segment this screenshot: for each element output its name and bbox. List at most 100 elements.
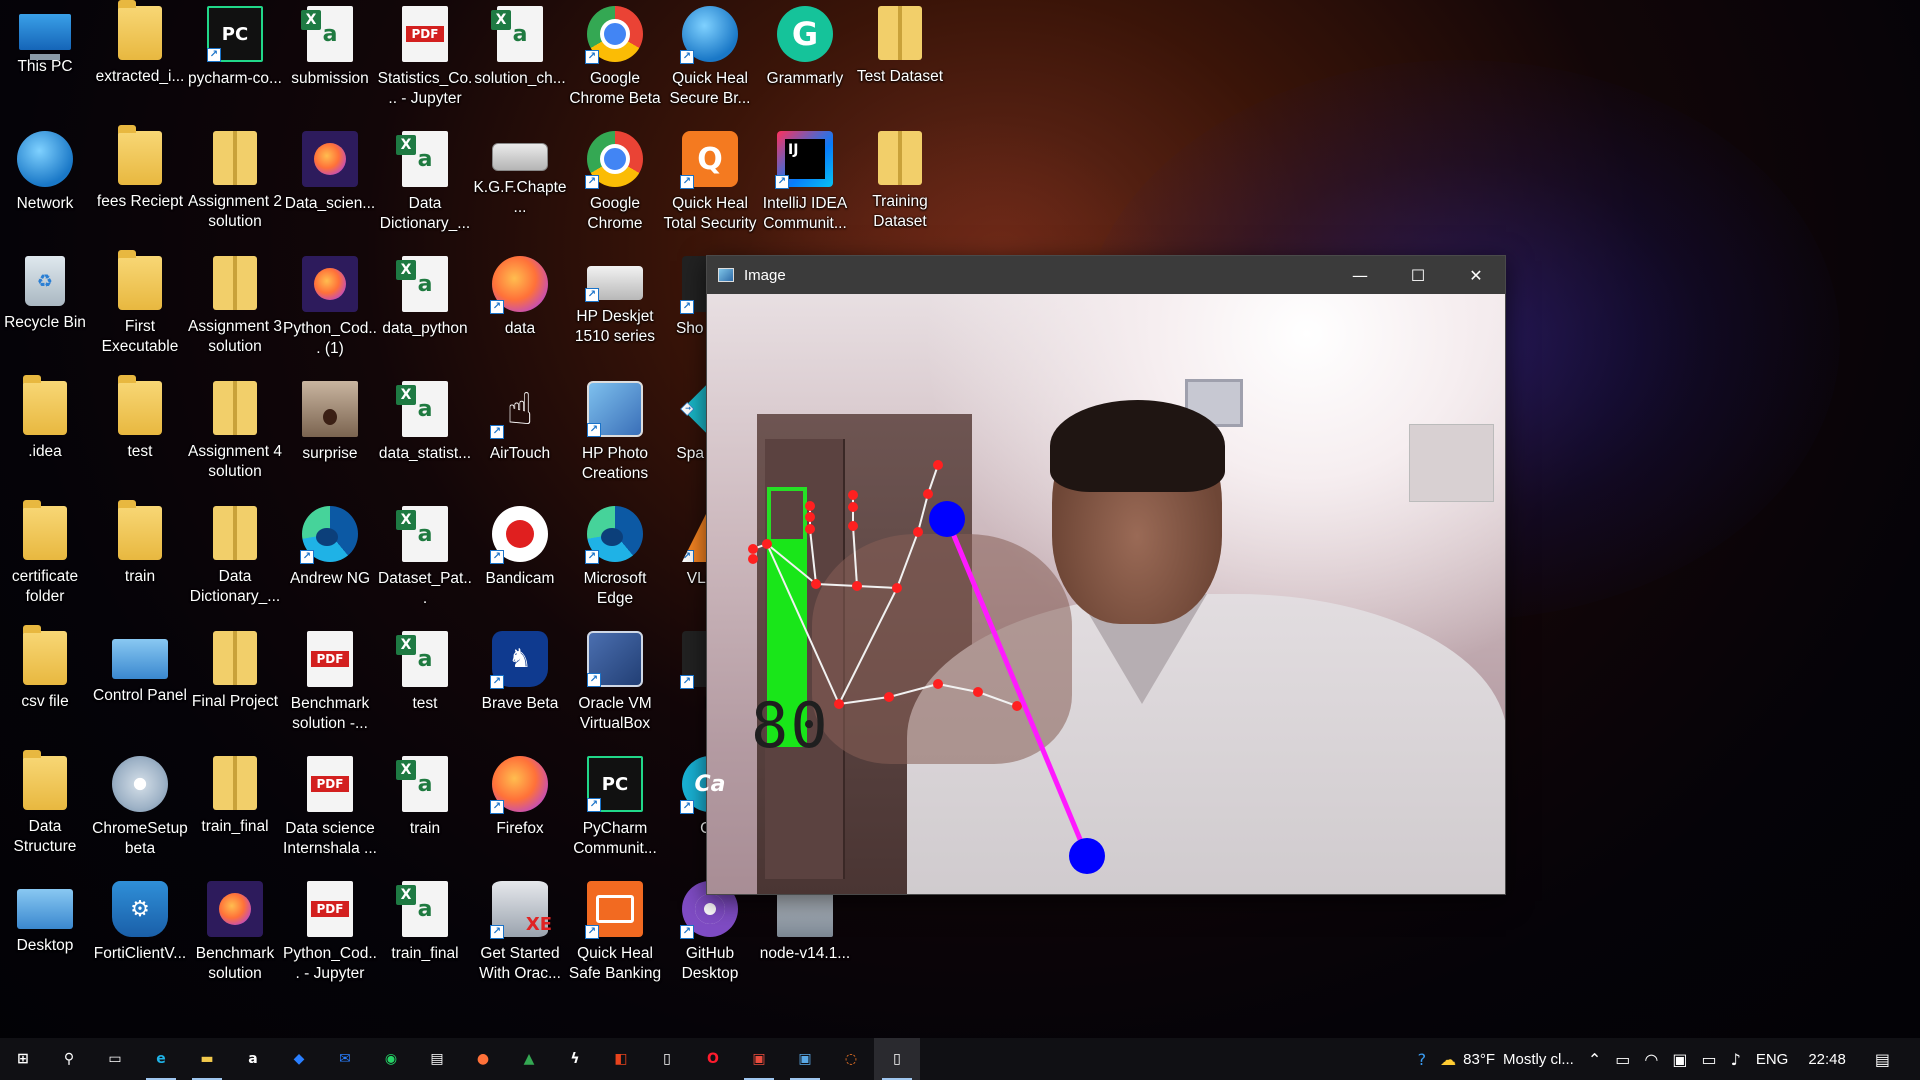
desktop-icon[interactable]: Data science Internshala ... [283, 756, 377, 874]
desktop-icon[interactable]: Desktop [0, 881, 90, 999]
desktop-icon[interactable]: ↗ Get Started With Orac... [475, 881, 565, 999]
edge-taskbar-icon[interactable]: e [138, 1038, 184, 1080]
desktop-icon[interactable]: Control Panel [93, 631, 187, 749]
desktop-icon[interactable]: ⚙ FortiClientV... [94, 881, 186, 999]
desktop-icon[interactable]: test [95, 375, 185, 499]
desktop-icon[interactable]: a Data Dictionary_... [380, 131, 470, 249]
desktop-icon[interactable]: This PC [0, 6, 90, 124]
desktop-icon[interactable]: Q ↗ Quick Heal Total Security [663, 131, 757, 249]
desktop-icon[interactable]: ↗ Andrew NG [285, 506, 375, 624]
desktop-icon[interactable]: Benchmark solution [190, 881, 280, 999]
desktop-icon[interactable]: ↗ HP Photo Creations [570, 381, 660, 499]
dropbox-icon[interactable]: ◆ [276, 1038, 322, 1080]
desktop-icon[interactable]: Assignment 2 solution [188, 131, 282, 249]
task-view-icon[interactable]: ▭ [92, 1038, 138, 1080]
desktop-icon[interactable]: a train_final [380, 881, 470, 999]
desktop-icon[interactable]: ♞ ↗ Brave Beta [475, 631, 565, 749]
opera-icon[interactable]: O [690, 1038, 736, 1080]
notification-icon[interactable]: ▤ [1875, 1050, 1890, 1069]
desktop-icon[interactable]: Python_Cod... - Jupyter No... [283, 881, 377, 999]
clock-time[interactable]: 22:48 [1808, 1051, 1846, 1068]
firefox-taskbar-icon[interactable]: ● [460, 1038, 506, 1080]
desktop-icon[interactable]: ↗ Google Chrome Beta [569, 6, 661, 124]
desktop-icon[interactable]: ☝ ↗ AirTouch [475, 381, 565, 499]
desktop-icon[interactable]: surprise [285, 381, 375, 499]
desktop-icon[interactable]: .idea [0, 375, 90, 499]
desktop-icon[interactable]: a data_statist... [379, 381, 471, 499]
desktop-icon[interactable]: G Grammarly [760, 6, 850, 124]
drive-icon[interactable]: ▲ [506, 1038, 552, 1080]
desktop-icon[interactable]: ↗ Bandicam [475, 506, 565, 624]
desktop-icon[interactable]: Final Project [190, 631, 280, 749]
desktop-icon[interactable]: Data Dictionary_... [190, 506, 280, 624]
desktop-icon[interactable]: a submission [285, 6, 375, 124]
start-button[interactable]: ⊞ [0, 1038, 46, 1080]
desktop-icon[interactable]: a Dataset_Pat... [378, 506, 472, 624]
amazon-icon[interactable]: a [230, 1038, 276, 1080]
battery-icon[interactable]: ▭ [1701, 1050, 1716, 1069]
desktop-icon[interactable]: ↗ Firefox [475, 756, 565, 874]
desktop-icon[interactable]: certificate folder [0, 500, 90, 624]
desktop-icon[interactable]: csv file [0, 625, 90, 749]
desktop-icon[interactable]: ↗ data [475, 256, 565, 374]
search-icon[interactable]: ⚲ [46, 1038, 92, 1080]
desktop-icon[interactable]: a data_python [380, 256, 470, 374]
desktop-icon[interactable]: Assignment 3 solution [188, 256, 282, 374]
security-icon[interactable]: ▣ [1672, 1050, 1687, 1069]
jupyter-icon[interactable]: ◌ [828, 1038, 874, 1080]
desktop-icon[interactable]: ChromeSetup beta [92, 756, 188, 874]
image-window-taskbar-icon[interactable]: ▣ [782, 1038, 828, 1080]
maximize-button[interactable]: ☐ [1389, 256, 1447, 294]
desktop-icon[interactable]: train_final [190, 756, 280, 874]
notepad-icon[interactable]: ▤ [414, 1038, 460, 1080]
desktop-icon[interactable]: train [95, 500, 185, 624]
desktop-icon[interactable]: Assignment 4 solution [188, 381, 282, 499]
help-icon[interactable]: ? [1418, 1050, 1427, 1069]
office-icon[interactable]: ◧ [598, 1038, 644, 1080]
desktop-icon[interactable]: Python_Cod... (1) [283, 256, 377, 374]
desktop-icon[interactable]: a test [380, 631, 470, 749]
winamp-icon[interactable]: ϟ [552, 1038, 598, 1080]
open-document-icon[interactable]: ▯ [874, 1038, 920, 1080]
desktop-icon[interactable]: ↗ IntelliJ IDEA Communit... [760, 131, 850, 249]
close-button[interactable]: ✕ [1447, 256, 1505, 294]
pycharm-taskbar-icon[interactable]: ▣ [736, 1038, 782, 1080]
chevron-up-icon[interactable]: ⌃ [1588, 1050, 1601, 1069]
desktop-icon[interactable]: ↗ HP Deskjet 1510 series [570, 256, 660, 374]
mail-icon[interactable]: ✉ [322, 1038, 368, 1080]
desktop-icon[interactable]: node-v14.1... [760, 881, 850, 999]
desktop-icon[interactable]: Test Dataset [855, 6, 945, 124]
whatsapp-icon[interactable]: ◉ [368, 1038, 414, 1080]
document-icon[interactable]: ▯ [644, 1038, 690, 1080]
desktop-icon[interactable]: ↗ GitHub Desktop [665, 881, 755, 999]
desktop-icon[interactable]: Data Structure [0, 750, 90, 874]
desktop-icon[interactable]: a train [380, 756, 470, 874]
desktop-icon[interactable]: a solution_ch... [474, 6, 566, 124]
weather-description[interactable]: Mostly cl... [1503, 1051, 1574, 1068]
meet-now-icon[interactable]: ▭ [1615, 1050, 1630, 1069]
desktop-icon[interactable]: ↗ Microsoft Edge [570, 506, 660, 624]
desktop-icon[interactable]: ↗ Quick Heal Safe Banking [569, 881, 661, 999]
desktop-icon[interactable]: Benchmark solution -... [285, 631, 375, 749]
desktop-icon[interactable]: Data_scien... [285, 131, 375, 249]
language-indicator[interactable]: ENG [1756, 1051, 1789, 1068]
desktop-icon[interactable]: Training Dataset [855, 131, 945, 249]
desktop-icon[interactable]: ↗ Quick Heal Secure Br... [665, 6, 755, 124]
window-titlebar[interactable]: Image — ☐ ✕ [707, 256, 1505, 294]
desktop-icon[interactable]: ↗ Oracle VM VirtualBox [570, 631, 660, 749]
desktop-icon[interactable]: K.G.F.Chapte... [473, 131, 567, 249]
desktop-icon[interactable]: Network [0, 131, 90, 249]
wifi-icon[interactable]: ◠ [1644, 1050, 1658, 1069]
image-window[interactable]: Image — ☐ ✕ 80 [706, 255, 1506, 895]
file-explorer-icon[interactable]: ▬ [184, 1038, 230, 1080]
desktop-icon[interactable]: Recycle Bin [0, 256, 90, 374]
weather-icon[interactable]: ☁ [1440, 1050, 1456, 1069]
weather-temperature[interactable]: 83°F [1463, 1051, 1495, 1068]
minimize-button[interactable]: — [1331, 256, 1389, 294]
desktop-icon[interactable]: PC ↗ pycharm-co... [188, 6, 282, 124]
desktop-icon[interactable]: PC ↗ PyCharm Communit... [570, 756, 660, 874]
volume-icon[interactable]: ♪ [1731, 1050, 1741, 1069]
desktop-icon[interactable]: Statistics_Co... - Jupyter No... [378, 6, 472, 124]
desktop-icon[interactable]: ↗ Google Chrome [570, 131, 660, 249]
desktop-icon[interactable]: fees Reciept [95, 125, 185, 249]
